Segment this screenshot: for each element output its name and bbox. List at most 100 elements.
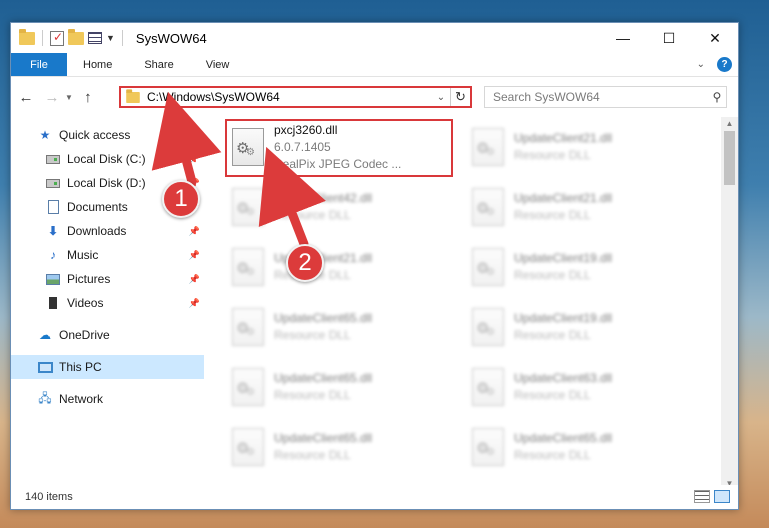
search-input[interactable]: Search SysWOW64 ⚲: [484, 86, 727, 108]
vertical-scrollbar[interactable]: ▲ ▼: [721, 117, 738, 491]
recent-locations-icon[interactable]: ▼: [65, 93, 73, 102]
address-dropdown-icon[interactable]: ⌄: [432, 92, 450, 103]
pin-icon[interactable]: 📌: [189, 154, 200, 165]
maximize-button[interactable]: ☐: [646, 23, 692, 53]
address-path[interactable]: C:\Windows\SysWOW64: [147, 90, 432, 104]
nav-network[interactable]: 🖧 Network: [11, 387, 204, 411]
file-name: UpdateClient65.dll: [514, 431, 613, 445]
dll-file-icon: [472, 428, 504, 466]
explorer-body: ★ Quick access Local Disk (C:) 📌 Local D…: [11, 117, 738, 491]
up-button[interactable]: ↑: [77, 86, 99, 108]
properties-icon[interactable]: [50, 30, 64, 46]
file-detail: Resource DLL: [274, 328, 351, 342]
file-detail: Resource DLL: [514, 208, 591, 222]
dll-file-icon: [232, 368, 264, 406]
file-item[interactable]: UpdateClient21.dllResource DLL: [466, 117, 706, 177]
nav-videos[interactable]: Videos 📌: [11, 291, 204, 315]
file-name: UpdateClient65.dll: [274, 371, 373, 385]
file-detail: Resource DLL: [274, 388, 351, 402]
file-name: UpdateClient65.dll: [274, 311, 373, 325]
tab-home[interactable]: Home: [67, 53, 128, 76]
item-count: 140 items: [25, 491, 73, 503]
nav-quick-access[interactable]: ★ Quick access: [11, 123, 204, 147]
address-bar[interactable]: C:\Windows\SysWOW64 ⌄ ↻: [119, 86, 472, 108]
customize-toolbar-icon[interactable]: ▼: [106, 33, 115, 43]
file-item[interactable]: UpdateClient65.dll Resource DLL: [226, 417, 466, 477]
explorer-window: ▼ SysWOW64 — ☐ ✕ File Home Share View ⌄ …: [10, 22, 739, 510]
file-detail: Resource DLL: [514, 388, 591, 402]
dll-file-icon: [472, 248, 504, 286]
search-placeholder[interactable]: Search SysWOW64: [493, 90, 708, 104]
file-item[interactable]: UpdateClient42.dll Resource DLL: [226, 177, 466, 237]
window-controls: — ☐ ✕: [600, 23, 738, 53]
new-folder-icon[interactable]: [68, 28, 84, 45]
expand-ribbon-icon[interactable]: ⌄: [697, 59, 705, 70]
nav-downloads[interactable]: ⬇ Downloads 📌: [11, 219, 204, 243]
tiles-view-icon[interactable]: [714, 490, 730, 503]
highlight-box: [225, 119, 453, 177]
callout-2: 2: [286, 244, 324, 282]
disk-icon: [45, 152, 61, 166]
view-options-icon[interactable]: [88, 32, 102, 44]
nav-music[interactable]: ♪ Music 📌: [11, 243, 204, 267]
tab-file[interactable]: File: [11, 53, 67, 76]
dll-file-icon: [232, 308, 264, 346]
file-item[interactable]: UpdateClient19.dll Resource DLL: [466, 237, 706, 297]
music-icon: ♪: [50, 248, 56, 262]
dll-file-icon: [232, 248, 264, 286]
file-item[interactable]: UpdateClient21.dllResource DLL: [226, 237, 466, 297]
pin-icon[interactable]: 📌: [189, 274, 200, 285]
help-icon[interactable]: ?: [717, 57, 732, 72]
status-bar: 140 items: [11, 485, 738, 509]
dll-file-icon: [232, 428, 264, 466]
nav-label: Network: [59, 392, 104, 406]
back-button[interactable]: ←: [15, 86, 37, 108]
navigation-pane: ★ Quick access Local Disk (C:) 📌 Local D…: [11, 117, 204, 491]
disk-shape: [46, 178, 60, 188]
refresh-icon[interactable]: ↻: [450, 88, 470, 106]
tab-view[interactable]: View: [190, 53, 246, 76]
file-name: UpdateClient63.dll: [514, 371, 613, 385]
nav-label: Downloads: [67, 224, 127, 238]
forward-button[interactable]: →: [41, 86, 63, 108]
nav-label: Pictures: [67, 272, 111, 286]
dll-file-icon: [472, 128, 504, 166]
search-icon[interactable]: ⚲: [708, 90, 726, 104]
details-view-icon[interactable]: [694, 490, 710, 503]
file-item[interactable]: UpdateClient65.dll Resource DLL: [466, 417, 706, 477]
file-detail: Resource DLL: [514, 448, 591, 462]
pin-icon[interactable]: 📌: [189, 250, 200, 261]
tab-share[interactable]: Share: [128, 53, 189, 76]
file-text: UpdateClient21.dll Resource DLL: [514, 130, 612, 164]
dll-file-icon: [472, 368, 504, 406]
scroll-up-icon[interactable]: ▲: [721, 117, 738, 131]
file-item[interactable]: UpdateClient21.dllResource DLL: [466, 177, 706, 237]
cloud-icon: ☁: [39, 328, 51, 342]
nav-label: This PC: [59, 360, 102, 374]
file-detail: Resource DLL: [514, 328, 591, 342]
file-item[interactable]: UpdateClient63.dll Resource DLL: [466, 357, 706, 417]
file-item[interactable]: UpdateClient65.dll Resource DLL: [226, 357, 466, 417]
pin-icon[interactable]: 📌: [189, 298, 200, 309]
nav-local-disk-c[interactable]: Local Disk (C:) 📌: [11, 147, 204, 171]
scrollbar-thumb[interactable]: [724, 131, 735, 185]
file-detail: Resource DLL: [514, 148, 591, 162]
nav-pictures[interactable]: Pictures 📌: [11, 267, 204, 291]
computer-icon: [37, 360, 53, 374]
close-button[interactable]: ✕: [692, 23, 738, 53]
minimize-button[interactable]: —: [600, 23, 646, 53]
pin-icon[interactable]: 📌: [189, 226, 200, 237]
file-text: UpdateClient65.dll Resource DLL: [274, 430, 372, 464]
file-item[interactable]: UpdateClient19.dll Resource DLL: [466, 297, 706, 357]
ribbon-right: ⌄ ?: [697, 57, 732, 72]
nav-onedrive[interactable]: ☁ OneDrive: [11, 323, 204, 347]
nav-label: Videos: [67, 296, 104, 310]
file-item[interactable]: UpdateClient65.dll Resource DLL: [226, 297, 466, 357]
nav-this-pc[interactable]: This PC: [11, 355, 204, 379]
quick-access-toolbar: ▼: [11, 28, 126, 46]
callout-1: 1: [162, 180, 200, 218]
file-text: UpdateClient65.dll Resource DLL: [514, 430, 612, 464]
